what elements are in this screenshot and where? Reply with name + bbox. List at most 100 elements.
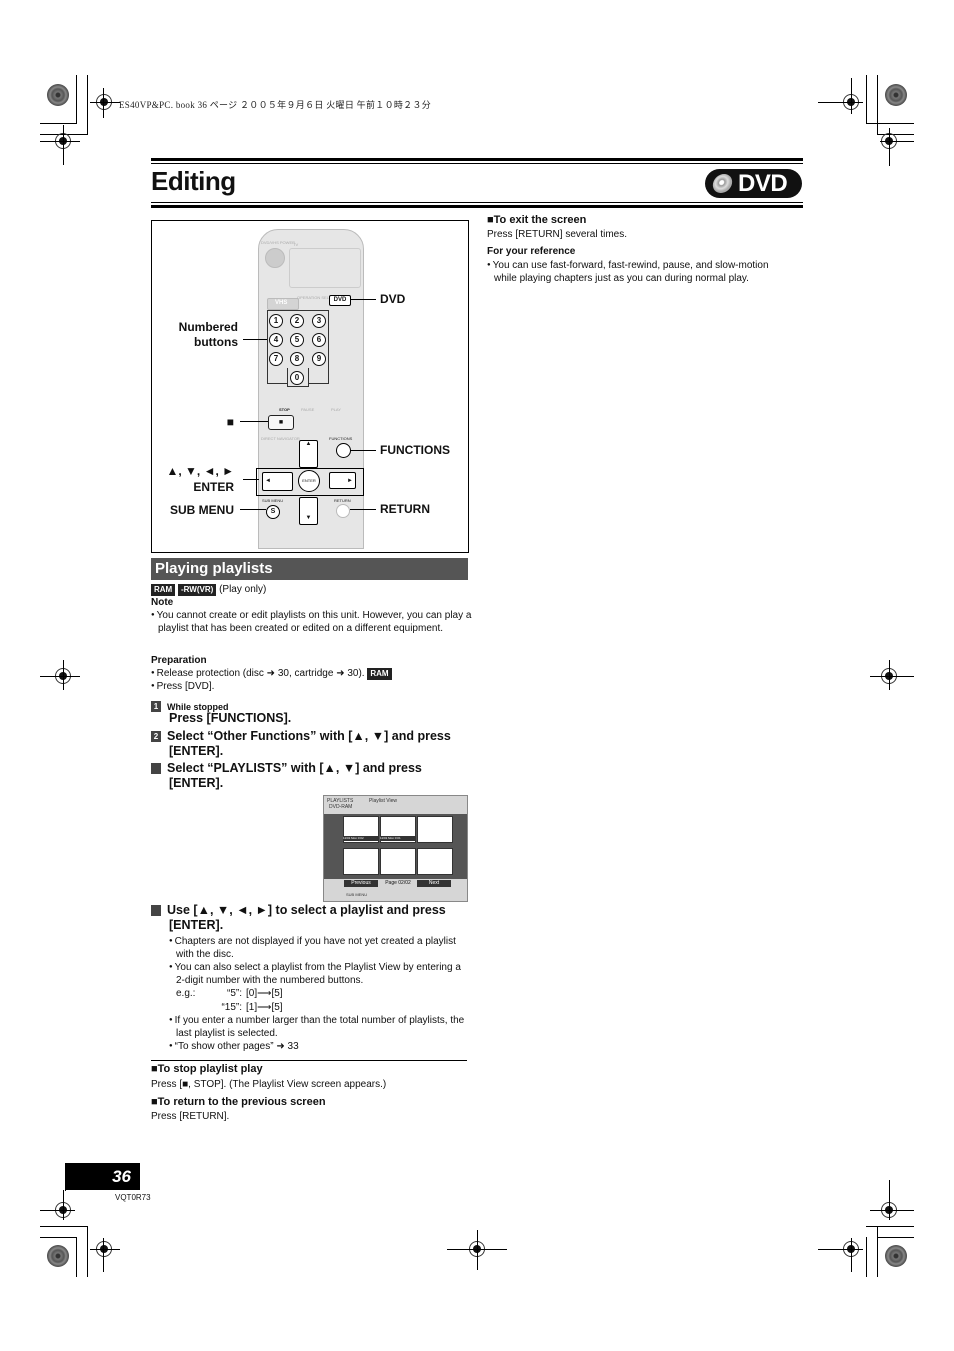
section-title: Playing playlists: [151, 558, 468, 580]
return-button: [336, 504, 350, 518]
dvd-badge: DVD: [705, 169, 802, 198]
sub-menu-label-small: SUB MENU: [262, 498, 284, 503]
power-button: [265, 248, 285, 268]
step-2: 2 Select “Other Functions” with [▲, ▼] an…: [151, 729, 471, 759]
print-header: ES40VP&PC. book 36 ページ ２００５年９月６日 火曜日 午前１…: [119, 100, 432, 110]
number-button: 2: [290, 314, 304, 328]
step-number: 2: [151, 731, 161, 742]
example-num: “5”:: [227, 988, 242, 999]
down-button: ▼: [299, 497, 318, 525]
step-4-bullet: You can also select a playlist from the …: [169, 961, 469, 987]
playlist-thumb: [380, 848, 416, 875]
step-number: 1: [151, 701, 161, 712]
osd-page: Page 02/02: [385, 880, 411, 886]
number-button: 8: [290, 352, 304, 366]
tags-note: (Play only): [219, 584, 267, 595]
right-button: ►: [329, 472, 356, 489]
playlist-thumb: [417, 848, 453, 875]
title-rule-top-thin: [151, 163, 803, 164]
functions-label-small: FUNCTIONS: [329, 436, 353, 441]
osd-previous: Previous: [344, 880, 378, 887]
remote-control: DVD/VHS POWER TV VHS OPERATION SELECT DV…: [256, 229, 364, 549]
sub-menu-button: S: [266, 505, 280, 519]
exit-heading-text: To exit the screen: [493, 214, 587, 226]
reference-item: You can use fast-forward, fast-rewind, p…: [487, 259, 792, 285]
remote-tv-label: TV: [293, 242, 299, 247]
example-label: e.g.:: [176, 988, 196, 999]
direct-navigator-label: DIRECT NAVIGATOR: [261, 436, 300, 441]
registration-disc-icon: [47, 84, 69, 106]
disc-icon: [711, 174, 734, 193]
exit-heading: ■To exit the screen: [487, 214, 587, 226]
title-rule-bottom: [151, 205, 803, 208]
stop-button: ■: [268, 415, 294, 430]
document-code: VQT0R73: [115, 1193, 151, 1202]
step-4-bullet: Chapters are not displayed if you have n…: [169, 935, 469, 961]
number-button: 0: [290, 371, 304, 385]
disc-tags: RAM -RW(VR) (Play only): [151, 583, 266, 596]
number-button: 5: [290, 333, 304, 347]
label-dvd: DVD: [380, 292, 406, 306]
note-heading: Note: [151, 597, 174, 608]
functions-button: [336, 443, 351, 458]
step-3: 3 Select “PLAYLISTS” with [▲, ▼] and pres…: [145, 761, 451, 791]
page-number: 36: [65, 1163, 140, 1190]
step-number: 4: [145, 905, 161, 916]
example-keys: [0]⟶[5]: [246, 988, 283, 999]
vhs-label: VHS: [275, 300, 288, 306]
step-text: Select “Other Functions” with [▲, ▼] and…: [167, 729, 451, 758]
note-item: You cannot create or edit playlists on t…: [151, 609, 473, 635]
pause-label: PAUSE: [301, 407, 315, 412]
thumb-caption: 11/01 Mon 0:02: [343, 836, 379, 841]
osd-disc: DVD-RAM: [329, 804, 353, 810]
playlist-view-screen: PLAYLISTS Playlist View DVD-RAM 11/01 Mo…: [323, 795, 468, 902]
stop-heading: ■To stop playlist play: [151, 1063, 263, 1075]
exit-text: Press [RETURN] several times.: [487, 229, 628, 240]
label-sub-menu: SUB MENU: [169, 503, 234, 517]
playlist-thumb: [343, 848, 379, 875]
number-button: 9: [312, 352, 326, 366]
step-text: Use [▲, ▼, ◄, ►] to select a playlist an…: [167, 903, 446, 932]
registration-disc-icon: [885, 84, 907, 106]
number-button: 3: [312, 314, 326, 328]
step-4-bullet: If you enter a number larger than the to…: [169, 1014, 469, 1040]
osd-view: Playlist View: [369, 798, 397, 804]
vhs-button: VHS: [267, 298, 299, 310]
dvd-badge-label: DVD: [738, 170, 788, 197]
return-label-small: RETURN: [334, 498, 351, 503]
remote-power-label: DVD/VHS POWER: [261, 240, 296, 245]
step-4: 4 Use [▲, ▼, ◄, ►] to select a playlist a…: [145, 903, 471, 933]
osd-next: Next: [417, 880, 451, 887]
label-functions: FUNCTIONS: [380, 443, 450, 457]
preparation-item: Release protection (disc ➜ 30, cartridge…: [151, 667, 392, 680]
example-num: “15”:: [221, 1002, 242, 1013]
label-stop: ■: [226, 415, 234, 429]
step-4-bullet: “To show other pages” ➜ 33: [169, 1040, 299, 1053]
step-1-text: Press [FUNCTIONS].: [169, 711, 292, 725]
stop-heading-text: To stop playlist play: [157, 1063, 263, 1075]
up-button: ▲: [299, 440, 318, 468]
label-arrows: ▲, ▼, ◄, ►: [166, 464, 234, 478]
stop-text: Press [■, STOP]. (The Playlist View scre…: [151, 1079, 387, 1090]
title-rule-bottom-thin: [151, 202, 803, 203]
step-text: Select “PLAYLISTS” with [▲, ▼] and press…: [167, 761, 422, 790]
registration-disc-icon: [885, 1245, 907, 1267]
preparation-item-text: Release protection (disc ➜ 30, cartridge…: [151, 668, 365, 679]
label-return: RETURN: [380, 502, 430, 516]
preparation-heading: Preparation: [151, 655, 207, 666]
step-number: 3: [145, 763, 161, 774]
stop-label: STOP: [279, 407, 290, 412]
play-label: PLAY: [331, 407, 341, 412]
tag-rw-vr: -RW(VR): [178, 584, 217, 596]
divider: [151, 1060, 467, 1061]
thumb-caption: 11/01 Mon 0:01: [380, 836, 416, 841]
return-heading-text: To return to the previous screen: [157, 1096, 326, 1108]
number-button: 1: [269, 314, 283, 328]
left-button: ◄: [262, 472, 293, 491]
enter-button: ENTER: [298, 470, 320, 492]
page-title: Editing: [151, 166, 236, 196]
number-button: 7: [269, 352, 283, 366]
return-text: Press [RETURN].: [151, 1111, 230, 1122]
example-keys: [1]⟶[5]: [246, 1002, 283, 1013]
return-heading: ■To return to the previous screen: [151, 1096, 326, 1108]
